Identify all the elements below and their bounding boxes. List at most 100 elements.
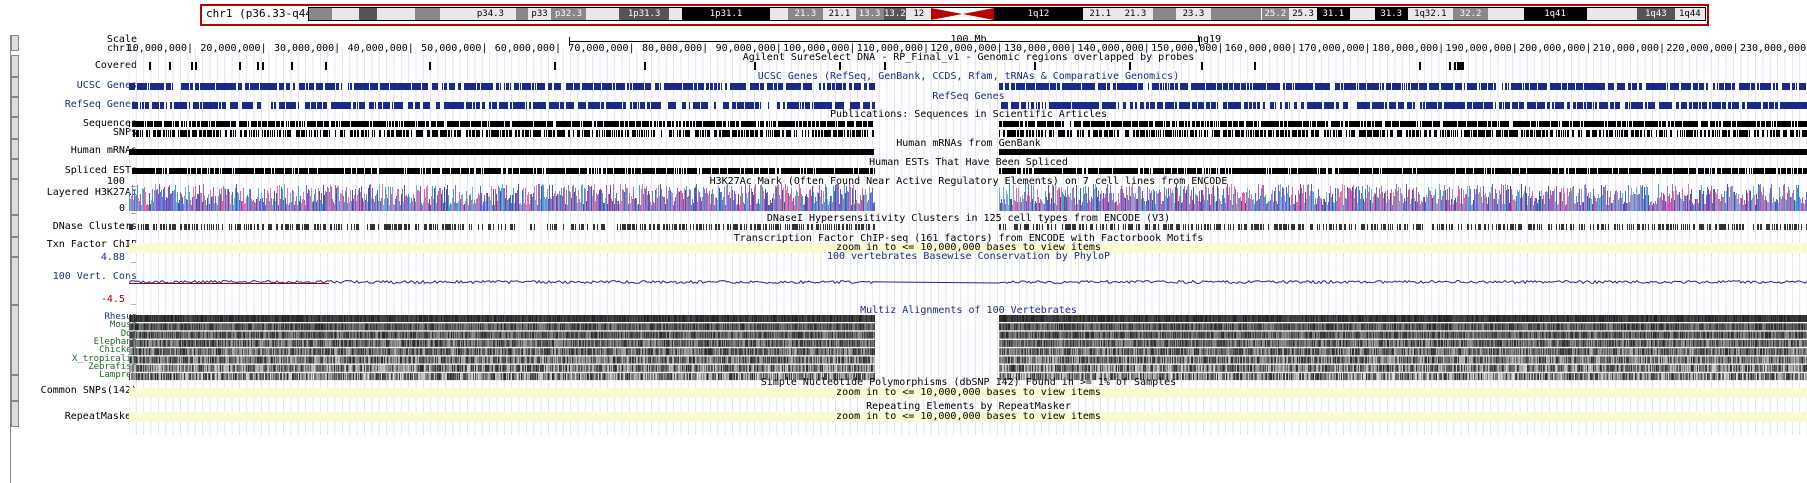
ideogram-band[interactable]: 13.3 xyxy=(855,8,884,20)
feature xyxy=(1242,168,1243,174)
multiz-side-button[interactable] xyxy=(11,305,19,375)
h3k27ac-label[interactable]: Layered H3K27Ac xyxy=(47,187,137,198)
ideogram-band[interactable] xyxy=(331,8,360,20)
est-label[interactable]: Spliced ESTs xyxy=(65,165,137,176)
feature xyxy=(1599,130,1600,137)
feature xyxy=(844,121,845,127)
feature xyxy=(343,121,344,127)
feature xyxy=(1371,168,1372,174)
feature xyxy=(704,121,705,127)
ideogram-band[interactable] xyxy=(931,8,995,20)
feature xyxy=(231,130,232,137)
txn-label[interactable]: Txn Factor ChIP xyxy=(47,239,137,250)
cons-side-button[interactable] xyxy=(11,257,19,305)
feature xyxy=(320,121,321,127)
ideogram-band[interactable] xyxy=(377,8,415,20)
refseq-genes-label[interactable]: RefSeq Genes xyxy=(65,99,137,110)
feature xyxy=(1717,130,1718,137)
ideogram-band[interactable]: 31.3 xyxy=(1374,8,1408,20)
feature xyxy=(1522,130,1523,137)
feature xyxy=(137,168,138,174)
feature xyxy=(283,121,284,127)
ideogram-band[interactable]: 21.1 xyxy=(823,8,856,20)
ideogram-band[interactable]: 1p31.1 xyxy=(681,8,771,20)
feature xyxy=(1026,168,1027,174)
ideogram-band[interactable]: 1q12 xyxy=(994,8,1083,20)
ideogram-band[interactable] xyxy=(414,8,441,20)
feature xyxy=(267,168,268,174)
ucsc-genes-label[interactable]: UCSC Genes xyxy=(77,80,137,91)
feature xyxy=(246,168,247,174)
ideogram-band[interactable]: 32.2 xyxy=(1453,8,1489,20)
ruler-side-button[interactable] xyxy=(11,35,19,51)
feature xyxy=(602,130,603,137)
refseq-side-button[interactable] xyxy=(11,97,19,117)
ideogram-band[interactable]: 1q41 xyxy=(1523,8,1587,20)
feature xyxy=(1589,121,1590,127)
ideogram-band[interactable] xyxy=(1488,8,1524,20)
common-snps-label[interactable]: Common SNPs(142) xyxy=(41,385,137,396)
common-snps-side-button[interactable] xyxy=(11,375,19,401)
ideogram-band[interactable]: 1q32.1 xyxy=(1407,8,1453,20)
ideogram-band[interactable] xyxy=(440,8,466,20)
feature xyxy=(346,168,347,174)
rmsk-label[interactable]: RepeatMasker xyxy=(65,411,137,422)
ideogram-band[interactable]: 1q44 xyxy=(1674,8,1705,20)
tracks-data-area[interactable]: 100 Mb hg19 10,000,000| 20,000,000| 30,000… xyxy=(129,35,1807,483)
ideogram-band[interactable] xyxy=(515,8,529,20)
feature xyxy=(272,168,273,174)
ideogram-band[interactable]: p34.3 xyxy=(465,8,516,20)
ideogram-band[interactable] xyxy=(309,8,332,20)
pubs-side-button[interactable] xyxy=(11,117,19,139)
ideogram-band[interactable]: 21.3 xyxy=(1117,8,1154,20)
feature xyxy=(352,121,353,127)
feature xyxy=(755,130,756,137)
ideogram-band[interactable] xyxy=(1211,8,1262,20)
feature xyxy=(1264,168,1265,174)
ideogram-band[interactable] xyxy=(770,8,788,20)
gene-feature xyxy=(1257,102,1259,109)
gene-feature xyxy=(462,102,463,109)
dnase-label[interactable]: DNase Clusters xyxy=(53,221,137,232)
txn-side-button[interactable] xyxy=(11,237,19,257)
gene-feature xyxy=(1184,83,1186,90)
rmsk-side-button[interactable] xyxy=(11,401,19,427)
ideogram-band[interactable]: 12 xyxy=(906,8,932,20)
ideogram-band[interactable]: 21.3 xyxy=(787,8,824,20)
feature xyxy=(159,121,160,127)
mrna-side-button[interactable] xyxy=(11,139,19,159)
covered-side-button[interactable] xyxy=(11,55,19,77)
chromosome-ideogram[interactable]: p34.3 p33 p32.3 1p31.3 1p31.1 21.3 21.1 13.3 13.… xyxy=(308,7,1706,21)
ideogram-band[interactable]: 23.3 xyxy=(1175,8,1212,20)
ideogram-band[interactable]: 1q43 xyxy=(1636,8,1675,20)
cons-label[interactable]: 100 Vert. Cons xyxy=(53,271,137,282)
ideogram-band[interactable]: 21.1 xyxy=(1082,8,1118,20)
feature xyxy=(145,121,146,127)
h3k27ac-side-button[interactable] xyxy=(11,179,19,215)
ideogram-band[interactable]: p32.3 xyxy=(550,8,587,20)
est-side-button[interactable] xyxy=(11,159,19,179)
feature xyxy=(1029,121,1030,127)
ideogram-band[interactable]: 13.2 xyxy=(883,8,907,20)
ideogram-band[interactable]: 25.2 xyxy=(1261,8,1290,20)
ideogram-band[interactable] xyxy=(1153,8,1176,20)
mrna-label[interactable]: Human mRNAs xyxy=(71,145,137,156)
ideogram-band[interactable] xyxy=(1586,8,1637,20)
ucsc-genes-side-button[interactable] xyxy=(11,77,19,97)
ideogram-band[interactable]: 1p31.3 xyxy=(618,8,670,20)
ideogram-band[interactable]: p33 xyxy=(528,8,551,20)
ideogram-band[interactable]: 25.3 xyxy=(1289,8,1317,20)
feature xyxy=(581,121,582,127)
feature xyxy=(1728,121,1729,127)
feature xyxy=(440,121,441,127)
feature xyxy=(431,121,432,127)
ideogram-band[interactable] xyxy=(669,8,682,20)
dnase-side-button[interactable] xyxy=(11,215,19,237)
feature xyxy=(1322,121,1323,127)
ideogram-band[interactable] xyxy=(359,8,378,20)
feature xyxy=(1766,121,1767,127)
ideogram-band[interactable] xyxy=(1349,8,1375,20)
ideogram-band[interactable] xyxy=(586,8,619,20)
gene-feature xyxy=(840,83,841,90)
ideogram-band[interactable]: 31.1 xyxy=(1316,8,1350,20)
